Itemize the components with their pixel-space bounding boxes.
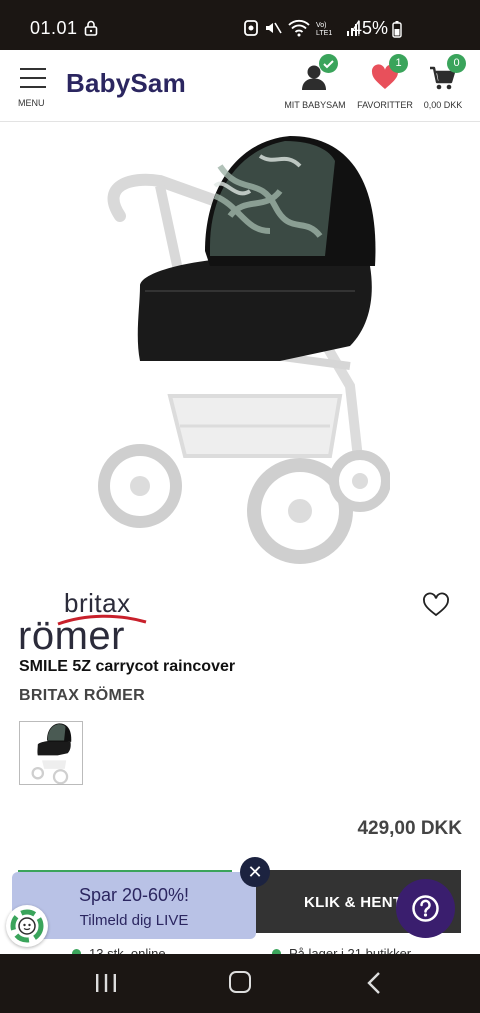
babysam-logo[interactable]: BabySam — [66, 68, 186, 99]
volte-icon: Vo)LTE1 — [316, 22, 332, 37]
svg-text:Vo): Vo) — [316, 22, 327, 29]
battery-percent: 45% — [352, 18, 389, 38]
product-brand[interactable]: BRITAX RÖMER — [19, 687, 145, 705]
favorites-button[interactable]: 1 FAVORITTER — [356, 54, 414, 110]
online-stock: 13 stk. online — [72, 946, 166, 954]
product-image[interactable] — [90, 126, 390, 576]
status-bar: 01.01 Vo) LTE1 45% — [0, 0, 480, 50]
home-icon[interactable] — [229, 971, 251, 993]
status-time: 01.01 — [30, 18, 78, 38]
question-icon — [412, 895, 439, 922]
account-label: MIT BABYSAM — [284, 100, 346, 110]
brand-logo-line2: römer — [18, 614, 125, 658]
menu-label: MENU — [18, 98, 45, 108]
promo-headline: Spar 20-60%! — [78, 885, 190, 905]
battery-icon — [392, 20, 402, 38]
check-icon — [323, 60, 334, 69]
favorites-label: FAVORITTER — [357, 100, 413, 110]
system-icons: Vo) LTE1 — [244, 18, 360, 38]
product-thumbnail[interactable] — [19, 721, 83, 785]
add-to-favorites-heart-icon[interactable] — [422, 592, 450, 618]
mute-icon — [266, 22, 282, 34]
svg-text:LTE1: LTE1 — [316, 30, 332, 37]
site-header: MENU BabySam MIT BABYSAM 1 FAVORITTER 0 … — [0, 50, 480, 122]
stock-status-row: 13 stk. online På lager i 21 butikker — [0, 942, 480, 954]
britax-romer-logo[interactable]: britax römer — [18, 588, 150, 660]
cart-button[interactable]: 0 0,00 DKK — [420, 54, 466, 110]
cart-count-badge: 0 — [447, 54, 466, 73]
product-title: SMILE 5Z carrycot raincover — [19, 658, 236, 675]
online-stock-text: 13 stk. online — [89, 946, 166, 954]
promo-subline: Tilmeld dig LIVE — [79, 912, 189, 929]
battery-indicator: 45% — [352, 18, 402, 39]
account-button[interactable]: MIT BABYSAM — [282, 54, 348, 110]
store-stock[interactable]: På lager i 21 butikker — [272, 946, 411, 954]
back-icon[interactable] — [366, 971, 382, 995]
store-stock-text: På lager i 21 butikker — [289, 946, 412, 954]
promo-close-button[interactable]: ✕ — [240, 857, 270, 887]
cart-total-label: 0,00 DKK — [423, 100, 463, 110]
live-promo-banner[interactable]: Spar 20-60%! Tilmeld dig LIVE — [12, 872, 256, 939]
recent-apps-icon[interactable] — [95, 974, 117, 992]
favorites-count-badge: 1 — [389, 54, 408, 73]
notification-icon — [244, 20, 258, 36]
product-price: 429,00 DKK — [357, 818, 462, 839]
android-nav-bar — [0, 954, 480, 1013]
menu-button[interactable]: MENU — [18, 64, 48, 110]
wifi-icon — [288, 19, 310, 37]
help-button[interactable] — [396, 879, 455, 938]
lock-icon — [84, 20, 98, 36]
account-check-badge — [319, 54, 338, 73]
promo-badge-icon[interactable] — [6, 905, 48, 947]
